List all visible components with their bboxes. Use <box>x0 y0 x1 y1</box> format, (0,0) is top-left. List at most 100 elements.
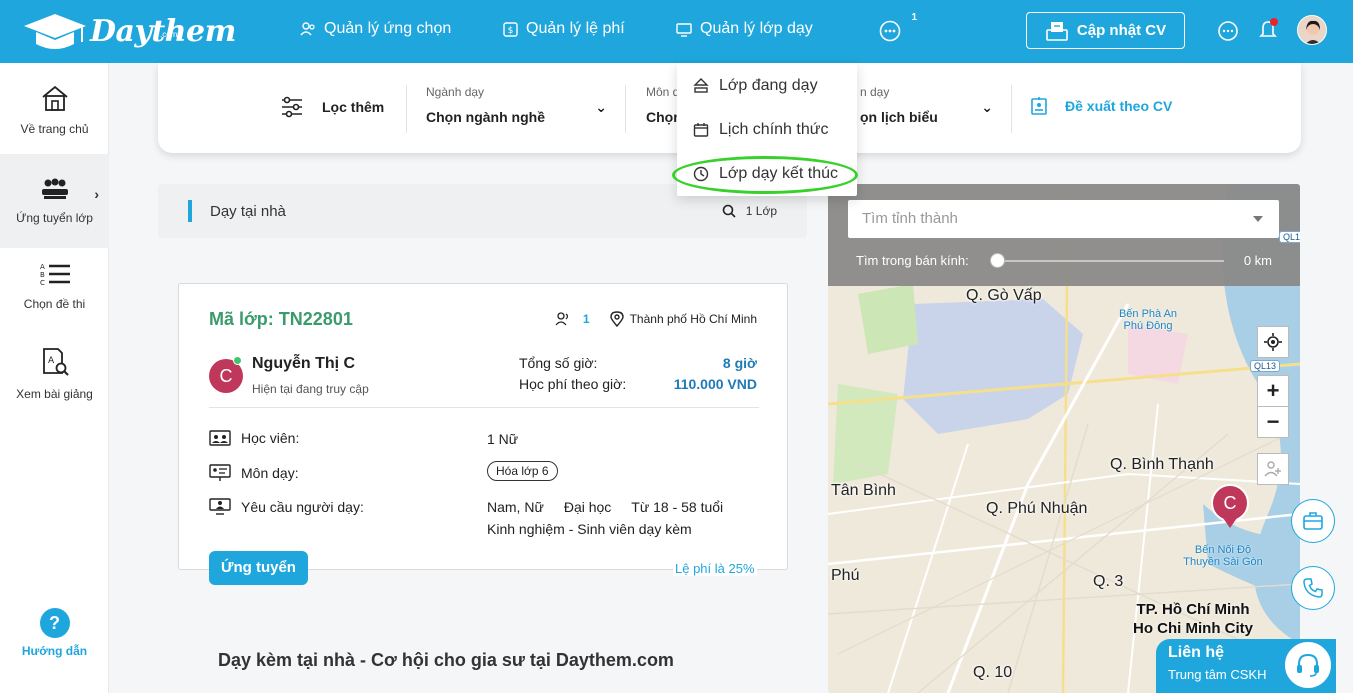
city-name: TP. Hồ Chí Minh <box>1136 601 1250 618</box>
svg-text:B: B <box>40 271 45 279</box>
id-card-icon <box>209 430 231 446</box>
caret-down-icon <box>1253 216 1263 222</box>
hours-label: Tổng số giờ: <box>519 355 598 371</box>
class-card[interactable]: Mã lớp: TN22801 1 Thành phố Hồ Chí Minh … <box>178 283 788 570</box>
graduation-cap-icon <box>24 14 86 49</box>
nav-fee-management[interactable]: $ Quản lý lệ phí <box>503 20 625 38</box>
schedule-select[interactable]: n dạy ọn lịch biểu ⌄ <box>860 85 1012 133</box>
briefcase-float-button[interactable] <box>1291 499 1335 543</box>
badge-icon <box>1031 97 1047 115</box>
classroom-icon <box>41 178 68 199</box>
suggest-label: Đề xuất theo CV <box>1065 98 1173 114</box>
map[interactable]: Tìm tỉnh thành Tìm trong bán kính: 0 km … <box>828 184 1300 693</box>
chevron-down-icon: ⌄ <box>981 99 993 115</box>
headset-icon <box>1297 653 1319 677</box>
zoom-in-button[interactable]: + <box>1257 375 1289 407</box>
map-label: Q. 3 <box>1093 573 1124 590</box>
major-select[interactable]: Ngành dạy Chọn ngành nghề ⌄ <box>426 85 626 133</box>
road-label: QL1 <box>1279 231 1300 243</box>
sidebar-item-home[interactable]: Về trang chủ <box>0 63 109 157</box>
bottom-heading: Dạy kèm tại nhà - Cơ hội cho gia sư tại … <box>218 650 674 670</box>
cv-button-label: Cập nhật CV <box>1076 22 1167 39</box>
svg-text:A: A <box>48 356 55 366</box>
nav-label: Quản lý lớp dạy <box>700 20 813 37</box>
city-name-en: Ho Chi Minh City <box>1133 620 1253 637</box>
board-icon <box>209 464 231 481</box>
requirement-label: Yêu cầu người dạy: <box>241 499 364 515</box>
menu-item-active-classes[interactable]: Lớp đang dạy <box>693 77 818 95</box>
sidebar-label: Xem bài giảng <box>16 387 93 401</box>
sliders-icon <box>282 96 302 118</box>
radius-label: Tìm trong bán kính: <box>856 253 969 268</box>
contact-widget[interactable]: Liên hệ Trung tâm CSKH <box>1156 639 1336 693</box>
map-poi: Bến Nối Độ Thuyền Sài Gòn <box>1183 544 1263 568</box>
bell-icon[interactable] <box>1257 17 1281 41</box>
map-label: Q. Bình Thạnh <box>1110 456 1214 473</box>
highlight-ellipse <box>672 156 858 194</box>
document-search-icon: A <box>42 348 69 376</box>
avatar[interactable] <box>1297 15 1327 45</box>
radius-slider-track[interactable] <box>998 260 1224 262</box>
req-gender: Nam, Nữ <box>487 499 544 515</box>
province-search[interactable]: Tìm tỉnh thành <box>848 200 1279 238</box>
map-label: Phú <box>831 567 860 584</box>
suggest-by-cv-button[interactable]: Đề xuất theo CV <box>1031 97 1172 115</box>
phone-float-button[interactable] <box>1291 566 1335 610</box>
nav-application-management[interactable]: Quản lý ứng chọn <box>300 20 451 38</box>
users-icon <box>300 22 315 36</box>
locate-button[interactable] <box>1257 326 1289 358</box>
class-city: Thành phố Hồ Chí Minh <box>629 312 757 326</box>
count-label: 1 Lớp <box>745 204 777 218</box>
apply-button[interactable]: Ứng tuyển <box>209 551 308 585</box>
teacher-name: Nguyễn Thị C <box>252 355 356 372</box>
schedule-caption: n dạy <box>860 85 890 99</box>
zoom-out-button[interactable]: − <box>1257 406 1289 438</box>
more-filters-label: Lọc thêm <box>322 99 385 115</box>
nav-label: Quản lý ứng chọn <box>324 20 452 37</box>
radius-slider-handle[interactable] <box>990 253 1005 268</box>
user-photo-icon <box>1298 16 1326 44</box>
sidebar-label: Chọn đề thi <box>23 297 86 311</box>
subject-row: Môn dạy: <box>209 464 299 482</box>
svg-text:$: $ <box>508 26 514 36</box>
nav-class-management[interactable]: Quản lý lớp dạy <box>676 20 813 38</box>
subject-tag: Hóa lớp 6 <box>487 461 558 481</box>
menu-item-official-schedule[interactable]: Lịch chính thức <box>693 121 828 139</box>
logo[interactable]: Daythem <box>22 10 236 54</box>
sidebar-item-lectures[interactable]: A Xem bài giảng <box>0 327 109 421</box>
online-indicator <box>233 356 242 365</box>
contact-title: Liên hệ <box>1168 644 1225 661</box>
menu-item-label: Lịch chính thức <box>719 121 829 138</box>
sidebar-item-apply-class[interactable]: Ứng tuyển lớp › <box>0 154 109 248</box>
update-cv-button[interactable]: Cập nhật CV <box>1026 12 1185 49</box>
fee-value: 110.000 VND <box>673 376 757 392</box>
map-label: Q. Gò Vấp <box>966 287 1042 304</box>
student-count: 1 <box>582 312 590 326</box>
minus-icon: − <box>1266 409 1280 434</box>
sidebar-label: Về trang chủ <box>20 122 89 136</box>
pin-tail <box>1223 518 1237 528</box>
cv-icon <box>1046 21 1068 41</box>
logo-sub: .com <box>160 30 178 39</box>
class-code: Mã lớp: TN22801 <box>209 309 353 329</box>
nav-label: Quản lý lệ phí <box>526 20 625 37</box>
sidebar-item-exams[interactable]: ABC Chọn đề thi <box>0 239 109 333</box>
fee-note: Lệ phí là 25% <box>673 561 757 576</box>
teaching-icon <box>693 78 709 93</box>
headset-button[interactable] <box>1282 639 1334 691</box>
svg-text:C: C <box>40 279 45 287</box>
help-label: Hướng dẫn <box>21 644 88 658</box>
chat-icon[interactable] <box>1217 20 1239 42</box>
search-icon <box>722 204 736 218</box>
nav-more-button[interactable]: 1 <box>879 12 917 42</box>
svg-text:A: A <box>40 263 45 271</box>
street-view-button[interactable] <box>1257 453 1289 485</box>
help-link[interactable]: ? Hướng dẫn <box>0 608 109 658</box>
class-meta: 1 Thành phố Hồ Chí Minh <box>555 311 757 327</box>
map-label: Q. Phú Nhuận <box>986 500 1088 517</box>
more-filters-button[interactable]: Lọc thêm <box>280 95 384 119</box>
crosshair-icon <box>1264 333 1282 351</box>
contact-subtitle: Trung tâm CSKH <box>1168 667 1267 682</box>
class-map-pin[interactable]: C <box>1211 484 1249 522</box>
briefcase-icon <box>1303 512 1323 530</box>
